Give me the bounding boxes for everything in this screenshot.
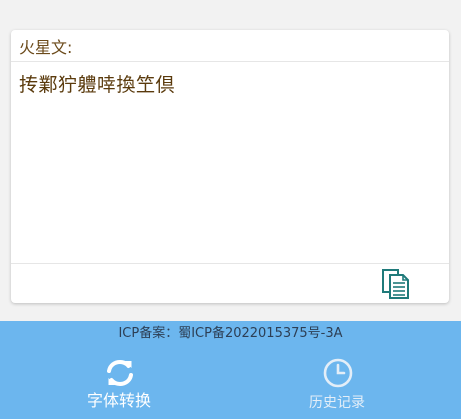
nav-label: 字体转换	[86, 391, 151, 410]
clock-icon	[323, 358, 353, 388]
icp-notice[interactable]: ICP备案：蜀ICP备2022015375号-3A	[0, 321, 461, 347]
card-divider	[11, 263, 449, 264]
copy-icon[interactable]	[381, 268, 411, 300]
nav-item-history[interactable]: 历史记录	[222, 347, 452, 419]
refresh-icon	[107, 359, 133, 387]
nav-label: 历史记录	[309, 395, 365, 411]
result-card: 火星文: 抟鄴狞軆啈換笁倶	[11, 30, 449, 303]
card-divider	[11, 61, 449, 62]
converted-text[interactable]: 抟鄴狞軆啈換笁倶	[19, 72, 175, 98]
bottom-nav: 字体转换 历史记录	[0, 347, 461, 419]
nav-item-font-convert[interactable]: 字体转换	[4, 347, 234, 419]
result-label: 火星文:	[19, 38, 73, 57]
